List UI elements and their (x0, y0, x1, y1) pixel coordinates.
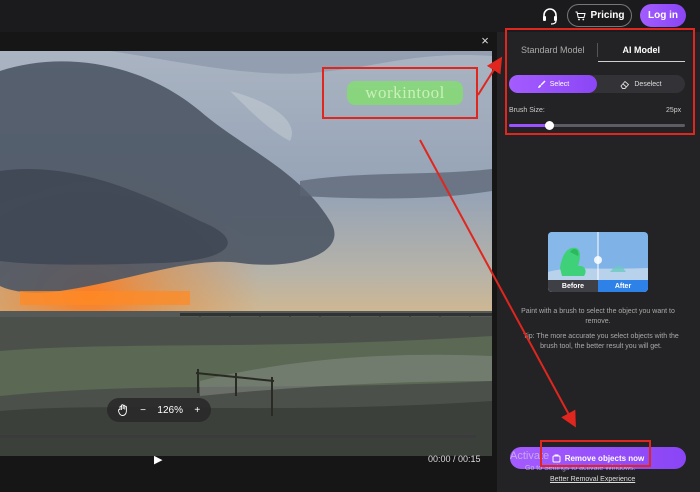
after-label: After (598, 280, 648, 292)
close-icon[interactable]: × (478, 34, 492, 48)
before-after-preview: Before After (548, 232, 648, 292)
time-readout: 00:00 / 00:15 (428, 454, 481, 464)
before-label: Before (548, 280, 598, 292)
zoom-out-button[interactable]: − (140, 405, 146, 416)
tip-text: Tip: The more accurate you select object… (523, 333, 679, 350)
pricing-label: Pricing (590, 10, 625, 21)
zoom-in-button[interactable]: + (194, 405, 200, 416)
zoom-controls: − 126% + (107, 398, 211, 422)
hand-icon[interactable] (117, 404, 129, 416)
login-button[interactable]: Log in (640, 4, 686, 27)
headset-icon[interactable] (541, 7, 559, 25)
zoom-level: 126% (157, 404, 183, 416)
better-removal-link[interactable]: Better Removal Experience (550, 476, 635, 483)
play-icon[interactable]: ▶ (154, 454, 164, 466)
cart-icon (575, 11, 586, 20)
timeline-track[interactable] (0, 435, 476, 438)
annotation-box-watermark (322, 67, 478, 119)
pricing-button[interactable]: Pricing (567, 4, 632, 27)
annotation-box-panel (505, 28, 695, 135)
annotation-box-remove (540, 440, 651, 467)
instruction-text: Paint with a brush to select the object … (521, 308, 675, 325)
